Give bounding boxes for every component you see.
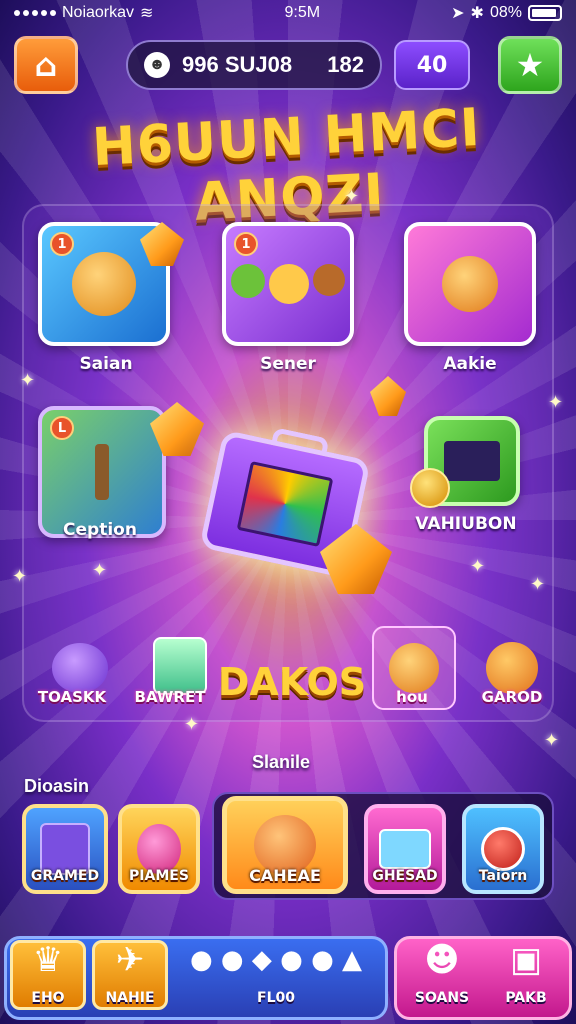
- nav-soans[interactable]: ☻ SOANS: [404, 936, 480, 1012]
- battery-icon: [527, 5, 562, 21]
- strawberry-icon: [137, 824, 181, 874]
- signal-icon: [14, 10, 56, 16]
- card-label: GHESAD: [372, 868, 438, 884]
- palm-tree-icon: [95, 444, 109, 500]
- currency-pill[interactable]: ☻ 996 SUJ08 182: [126, 40, 382, 90]
- currency-label: 996 SUJ08: [182, 52, 293, 77]
- coin-icon: [410, 468, 450, 508]
- bottom-nav: ♛ EHO ✈ NAHIE ● ● ◆ ● ● ▲ FL00 ☻ SOANS ▣…: [0, 932, 576, 1024]
- nav-label: FL00: [257, 990, 295, 1006]
- sparkle-icon: ✦: [184, 714, 200, 735]
- bluetooth-icon: ✱: [470, 5, 484, 22]
- status-time: 9:5M: [284, 4, 321, 21]
- sparkle-icon: ✦: [530, 574, 546, 595]
- card-label: GRAMED: [30, 868, 100, 884]
- crown-icon: ♛: [32, 940, 64, 980]
- nav-label: EHO: [31, 990, 65, 1006]
- nav-label: PAKB: [505, 990, 547, 1006]
- row-item-label: TOASKK: [37, 688, 107, 706]
- sparkle-icon: ✦: [548, 392, 564, 413]
- row-item-label: GAROD: [481, 688, 543, 706]
- card-label: PIAMES: [129, 868, 189, 884]
- level-tile-2[interactable]: 1: [222, 222, 354, 346]
- monster-icon: [52, 643, 108, 693]
- bear-character-icon: [72, 252, 136, 316]
- jester-character-icon: [442, 256, 498, 312]
- sparkle-icon: ✦: [544, 730, 560, 751]
- sparkle-icon: ✦: [344, 186, 360, 207]
- card-label: Taiorn: [478, 868, 528, 884]
- level-badge: 1: [50, 232, 74, 256]
- coin-icon: ☻: [144, 52, 170, 78]
- bear-face-icon: [389, 643, 439, 693]
- battery-percent: 08%: [489, 4, 522, 21]
- status-left: Noiaorkav ≋: [14, 3, 153, 23]
- status-right: ➤ ✱ 08%: [451, 3, 562, 23]
- gem-counter[interactable]: 40: [394, 40, 470, 90]
- box-icon: ▣: [509, 940, 543, 980]
- row-item-label: BAWRET: [134, 688, 206, 706]
- status-bar: Noiaorkav ≋ 9:5M ➤ ✱ 08%: [0, 0, 576, 26]
- chest-window-icon: [236, 461, 334, 547]
- sparkle-icon: ✦: [12, 566, 28, 587]
- row-item-label: hou: [396, 688, 428, 706]
- gem-count: 40: [416, 52, 448, 78]
- promo-text: DAKOS: [217, 660, 367, 704]
- cupcake-icon: [153, 637, 207, 695]
- red-button-icon: [481, 827, 525, 871]
- nav-pakb[interactable]: ▣ PAKB: [488, 936, 564, 1012]
- arcade-screen-icon: [444, 441, 500, 481]
- level-badge: 1: [234, 232, 258, 256]
- nav-label: NAHIE: [105, 990, 155, 1006]
- bear-icon: ☻: [424, 940, 460, 980]
- tile-label: Aakie: [443, 354, 497, 374]
- snack-characters-icon: [231, 264, 345, 304]
- tile-label: Saian: [79, 354, 133, 374]
- level-tile-3[interactable]: [404, 222, 536, 346]
- home-icon: ⌂: [34, 46, 58, 84]
- star-icon: ★: [515, 46, 545, 84]
- dj-bear-icon: [486, 642, 538, 694]
- card-label: CAHEAE: [249, 866, 321, 885]
- bird-icon: ✈: [115, 940, 145, 980]
- favorites-button[interactable]: ★: [498, 36, 562, 94]
- nav-floo[interactable]: ● ● ◆ ● ● ▲ FL00: [176, 936, 376, 1012]
- tile-label: Sener: [260, 354, 316, 374]
- currency-count: 182: [327, 52, 364, 77]
- nav-nahie[interactable]: ✈ NAHIE: [92, 936, 168, 1012]
- top-bar: ⌂ ☻ 996 SUJ08 182 40 ★: [14, 36, 562, 94]
- nav-label: SOANS: [414, 990, 470, 1006]
- sparkle-icon: ✦: [20, 370, 36, 391]
- level-badge: L: [50, 416, 74, 440]
- location-icon: ➤: [451, 5, 465, 22]
- level-tile-4[interactable]: L: [38, 406, 166, 538]
- wifi-icon: ≋: [140, 5, 154, 22]
- sparkle-icon: ✦: [470, 556, 486, 577]
- sparkle-icon: ✦: [92, 560, 108, 581]
- creatures-icon: ● ● ◆ ● ● ▲: [189, 945, 363, 975]
- carrier-name: Noiaorkav: [62, 4, 135, 21]
- nav-eho[interactable]: ♛ EHO: [10, 936, 86, 1012]
- home-button[interactable]: ⌂: [14, 36, 78, 94]
- tile-label: VAHIUBON: [415, 514, 517, 534]
- section-label: Slanile: [252, 752, 311, 772]
- section-label: Dioasin: [24, 776, 90, 796]
- tile-label: Ception: [63, 520, 137, 540]
- cash-register-icon: [379, 829, 431, 869]
